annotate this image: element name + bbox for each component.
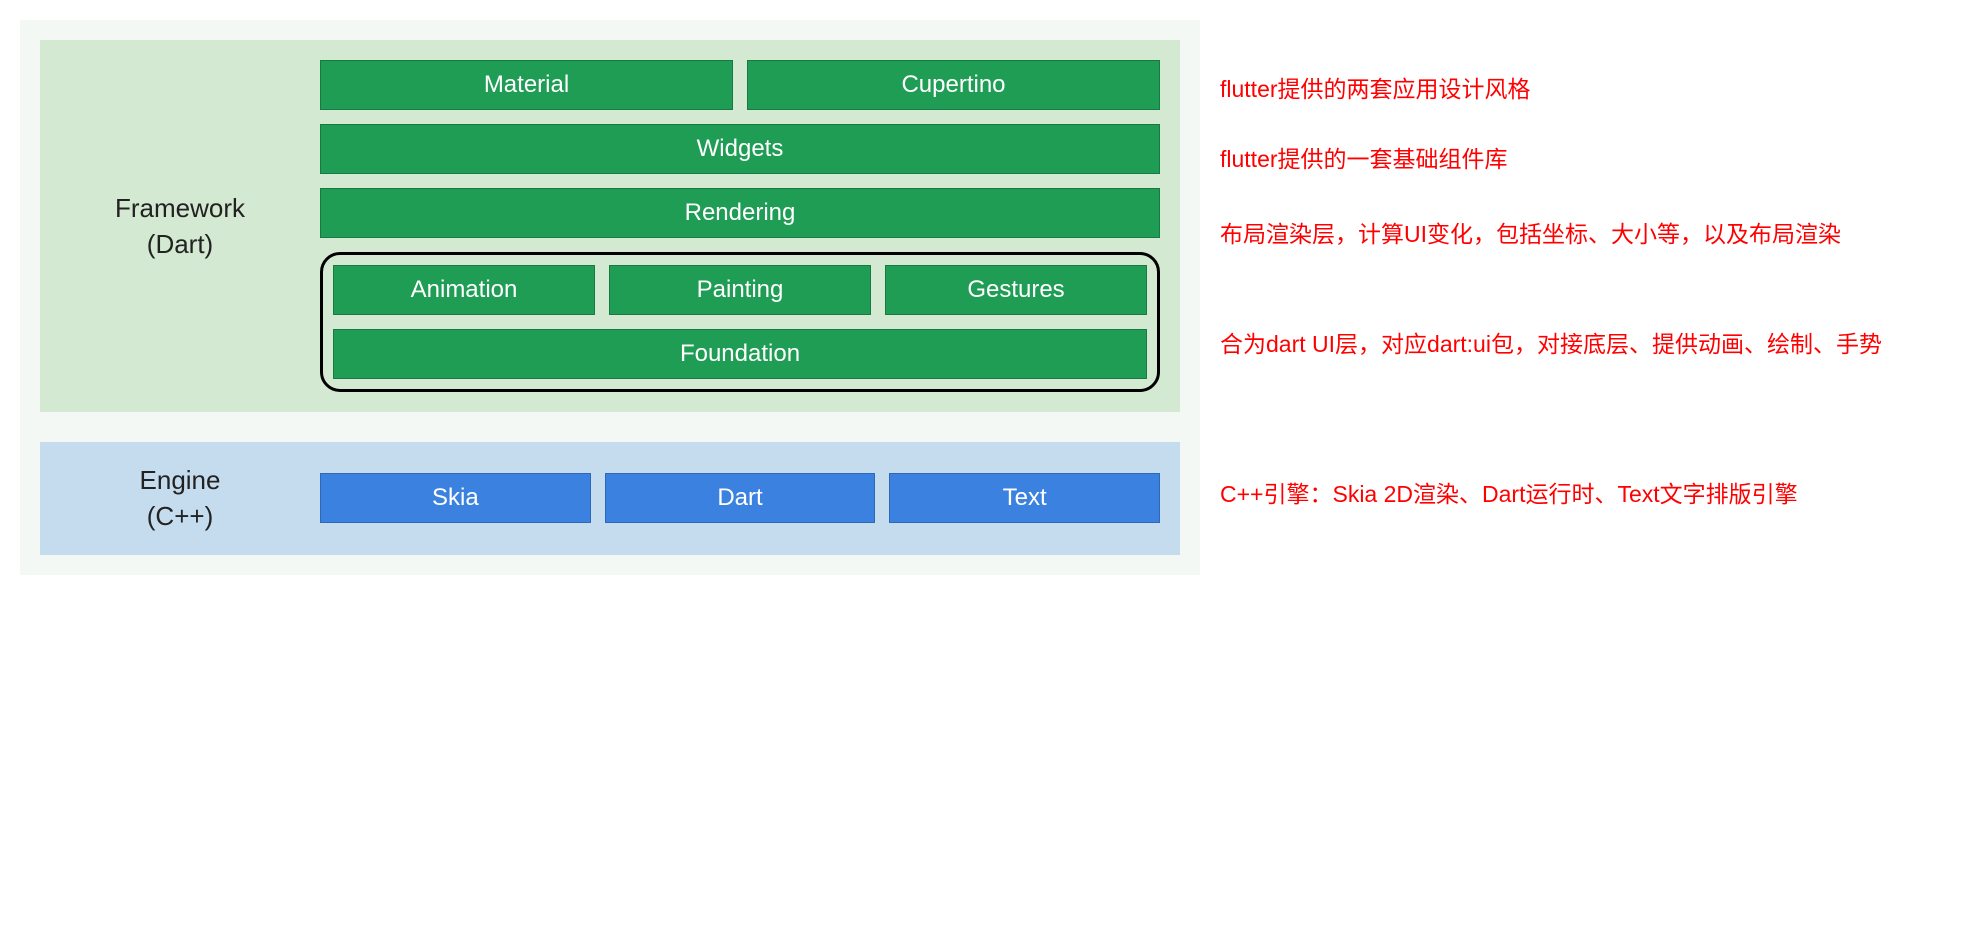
- framework-row-3: Rendering: [320, 188, 1160, 238]
- framework-row-2: Widgets: [320, 124, 1160, 174]
- animation-box: Animation: [333, 265, 595, 315]
- engine-section: Engine (C++) Skia Dart Text: [40, 442, 1180, 555]
- gestures-box: Gestures: [885, 265, 1147, 315]
- engine-content: Skia Dart Text: [320, 473, 1160, 523]
- annotation-dart-ui: 合为dart UI层，对应dart:ui包，对接底层、提供动画、绘制、手势: [1220, 275, 1882, 415]
- material-box: Material: [320, 60, 733, 110]
- framework-row-5: Foundation: [333, 329, 1147, 379]
- annotation-widgets: flutter提供的一套基础组件库: [1220, 125, 1882, 195]
- engine-row: Skia Dart Text: [320, 473, 1160, 523]
- annotation-rendering: 布局渲染层，计算UI变化，包括坐标、大小等，以及布局渲染: [1220, 195, 1882, 275]
- text-box: Text: [889, 473, 1160, 523]
- architecture-diagram: Framework (Dart) Material Cupertino Widg…: [20, 20, 1200, 575]
- foundation-box: Foundation: [333, 329, 1147, 379]
- engine-label: Engine (C++): [60, 462, 300, 535]
- annotations-column: flutter提供的两套应用设计风格 flutter提供的一套基础组件库 布局渲…: [1220, 20, 1882, 575]
- annotation-design-styles: flutter提供的两套应用设计风格: [1220, 55, 1882, 125]
- engine-label-line1: Engine: [60, 462, 300, 498]
- framework-row-4: Animation Painting Gestures: [333, 265, 1147, 315]
- widgets-box: Widgets: [320, 124, 1160, 174]
- skia-box: Skia: [320, 473, 591, 523]
- painting-box: Painting: [609, 265, 871, 315]
- rendering-box: Rendering: [320, 188, 1160, 238]
- framework-section: Framework (Dart) Material Cupertino Widg…: [40, 40, 1180, 412]
- dart-box: Dart: [605, 473, 876, 523]
- dart-ui-group: Animation Painting Gestures Foundation: [320, 252, 1160, 392]
- framework-label-line1: Framework: [60, 190, 300, 226]
- framework-content: Material Cupertino Widgets Rendering Ani…: [320, 60, 1160, 392]
- framework-row-1: Material Cupertino: [320, 60, 1160, 110]
- engine-label-line2: (C++): [60, 498, 300, 534]
- framework-label-line2: (Dart): [60, 226, 300, 262]
- cupertino-box: Cupertino: [747, 60, 1160, 110]
- annotation-engine: C++引擎：Skia 2D渲染、Dart运行时、Text文字排版引擎: [1220, 415, 1882, 575]
- diagram-container: Framework (Dart) Material Cupertino Widg…: [20, 20, 1964, 575]
- framework-label: Framework (Dart): [60, 190, 300, 263]
